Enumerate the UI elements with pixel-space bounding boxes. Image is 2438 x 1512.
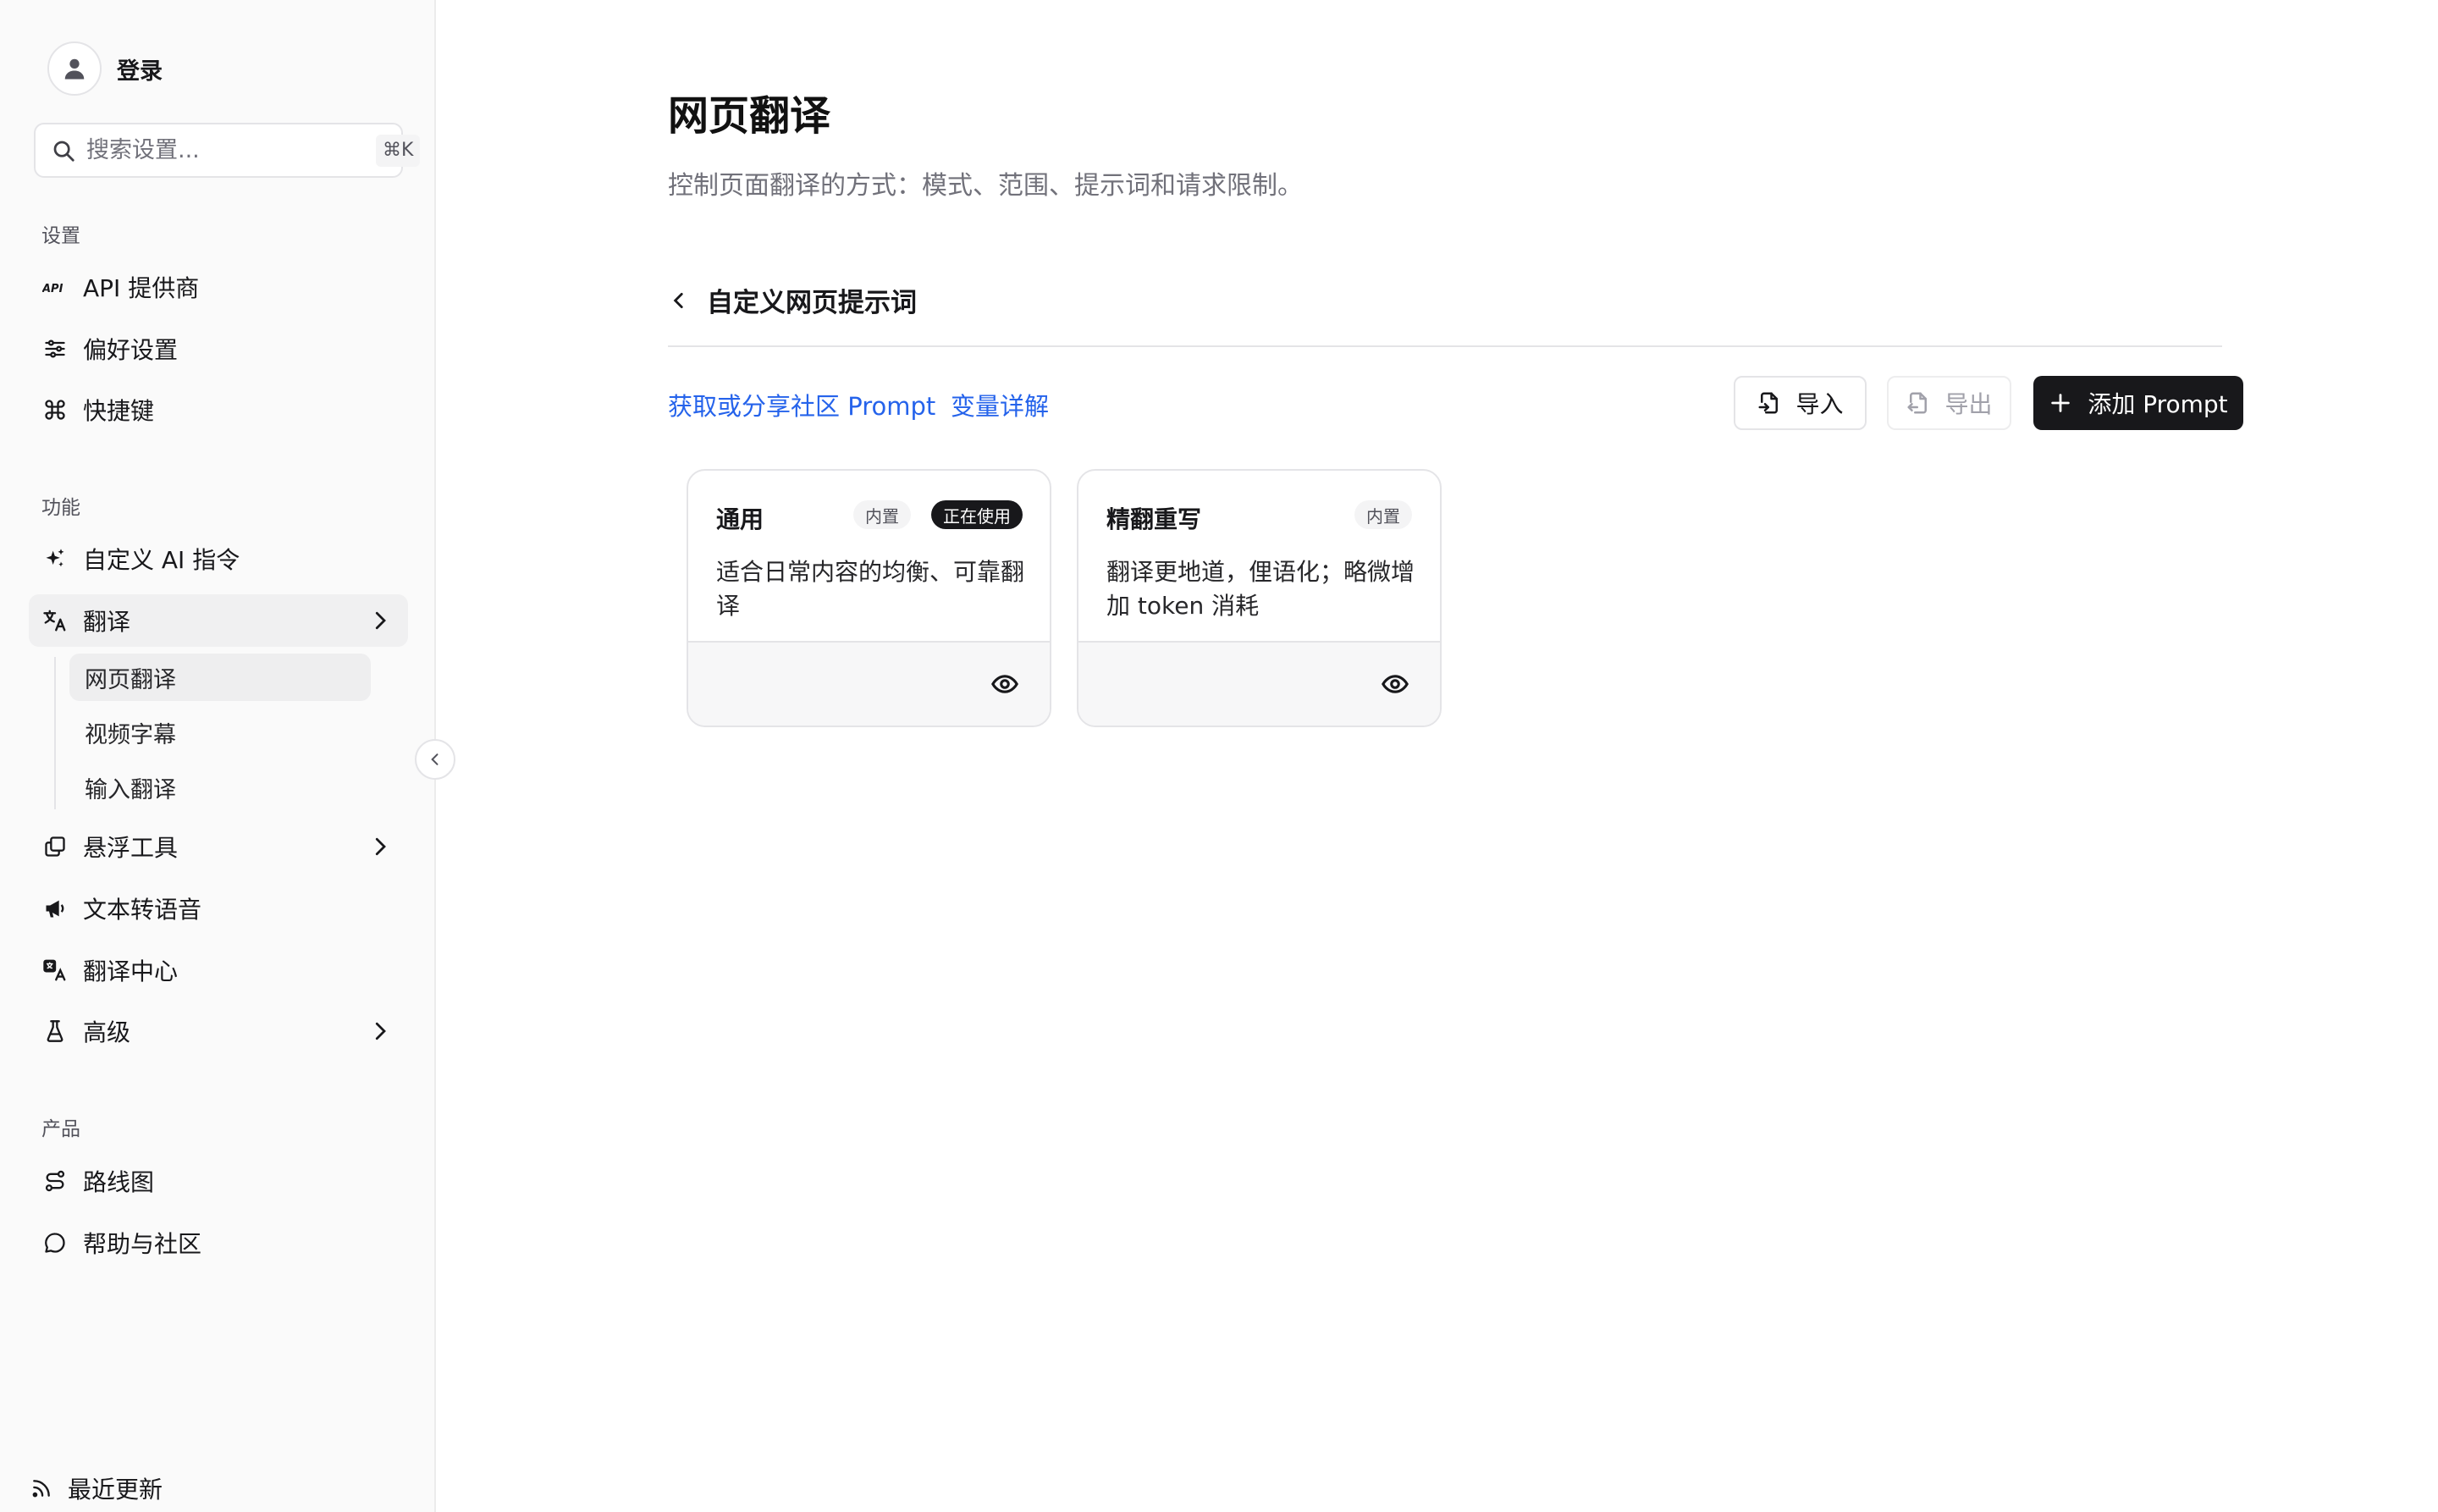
back-button[interactable]: 自定义网页提示词: [668, 281, 917, 319]
prompt-card-title: 通用: [716, 505, 764, 533]
avatar[interactable]: [47, 41, 102, 96]
import-button-label: 导入: [1795, 390, 1844, 418]
divider: [668, 345, 2222, 347]
search-input[interactable]: [86, 137, 376, 163]
add-prompt-button-label: 添加 Prompt: [2088, 390, 2228, 418]
sidebar-item-api-providers[interactable]: API API 提供商: [29, 261, 408, 313]
user-icon: [64, 58, 85, 80]
sliders-icon: [41, 334, 69, 363]
sidebar-item-roadmap[interactable]: 路线图: [29, 1155, 408, 1207]
add-prompt-button[interactable]: 添加 Prompt: [2033, 376, 2243, 430]
prompt-card-title: 精翻重写: [1106, 505, 1202, 533]
section-label-features: 功能: [41, 497, 80, 519]
import-button[interactable]: 导入: [1734, 376, 1867, 430]
sidebar-item-translate[interactable]: 翻译: [29, 594, 408, 647]
translate-icon: [41, 606, 69, 635]
sidebar-item-label: 快捷键: [83, 397, 155, 425]
sidebar-item-label: 偏好设置: [83, 336, 179, 364]
page-description: 控制页面翻译的方式：模式、范围、提示词和请求限制。: [668, 171, 1303, 201]
file-import-icon: [1757, 389, 1784, 417]
sidebar-item-label: 路线图: [83, 1168, 155, 1196]
sidebar-item-translation-hub[interactable]: 翻译中心: [29, 944, 408, 996]
sidebar-item-label: 翻译: [83, 608, 131, 636]
builtin-badge: 内置: [853, 500, 911, 529]
active-badge: 正在使用: [931, 500, 1023, 529]
sparkles-icon: [41, 544, 69, 573]
sidebar-item-shortcuts[interactable]: 快捷键: [29, 384, 408, 436]
sidebar: 登录 ⌘K 设置 API API 提供商: [0, 0, 436, 1512]
layers-icon: [41, 832, 69, 861]
prompt-card-refined-rewrite[interactable]: 精翻重写 内置 翻译更地道，俚语化；略微增加 token 消耗: [1077, 469, 1442, 727]
builtin-badge: 内置: [1354, 500, 1412, 529]
recent-updates-label: 最近更新: [68, 1476, 163, 1504]
login-label[interactable]: 登录: [117, 52, 163, 86]
chevron-right-icon: [375, 837, 386, 856]
settings-app: 登录 ⌘K 设置 API API 提供商: [0, 0, 2438, 1512]
subpage-title: 自定义网页提示词: [707, 288, 917, 318]
search-box[interactable]: ⌘K: [34, 123, 421, 178]
community-prompt-link[interactable]: 获取或分享社区 Prompt: [668, 387, 935, 422]
sidebar-item-text-to-speech[interactable]: 文本转语音: [29, 882, 408, 935]
sidebar-item-label: 悬浮工具: [83, 834, 179, 862]
prompt-card-footer: [1078, 641, 1440, 726]
translate-hub-icon: [41, 956, 69, 985]
sidebar-item-label: 翻译中心: [83, 957, 179, 985]
sidebar-subitem-web-translation[interactable]: 网页翻译: [69, 654, 371, 701]
sidebar-item-label: 文本转语音: [83, 896, 202, 924]
section-label-settings: 设置: [41, 225, 80, 247]
sidebar-subitem-video-subtitles[interactable]: 视频字幕: [69, 709, 371, 756]
prompt-card-footer: [688, 641, 1050, 726]
route-icon: [41, 1167, 69, 1195]
rss-icon: [27, 1474, 56, 1503]
sidebar-subitem-input-translation[interactable]: 输入翻译: [69, 764, 371, 811]
chevron-left-icon: [673, 292, 683, 308]
file-export-icon: [1906, 389, 1933, 417]
subnav-guide-line: [54, 657, 56, 809]
command-icon: [41, 395, 69, 424]
chat-bubble-icon: [41, 1228, 69, 1257]
login-row[interactable]: 登录: [47, 41, 163, 96]
sidebar-item-label: API 提供商: [83, 274, 200, 302]
chevron-right-icon: [375, 611, 386, 630]
sidebar-item-custom-ai[interactable]: 自定义 AI 指令: [29, 533, 408, 585]
search-shortcut-badge: ⌘K: [376, 134, 421, 167]
section-label-product: 产品: [41, 1118, 80, 1140]
prompt-card-description: 翻译更地道，俚语化；略微增加 token 消耗: [1106, 558, 1415, 620]
search-icon: [51, 136, 76, 165]
variables-detail-link[interactable]: 变量详解: [951, 387, 1049, 422]
page-title: 网页翻译: [668, 92, 831, 140]
prompt-card-general[interactable]: 通用 内置 正在使用 适合日常内容的均衡、可靠翻译: [687, 469, 1051, 727]
sidebar-item-advanced[interactable]: 高级: [29, 1005, 408, 1057]
export-button-label: 导出: [1944, 390, 1993, 418]
sidebar-item-floating-tools[interactable]: 悬浮工具: [29, 820, 408, 873]
sidebar-item-label: 高级: [83, 1018, 131, 1046]
main-content: 网页翻译 控制页面翻译的方式：模式、范围、提示词和请求限制。 自定义网页提示词 …: [436, 0, 2438, 1512]
export-button[interactable]: 导出: [1887, 376, 2011, 430]
sidebar-item-help-community[interactable]: 帮助与社区: [29, 1217, 408, 1269]
plus-icon: [2049, 389, 2076, 417]
chevron-right-icon: [375, 1022, 386, 1040]
eye-icon[interactable]: [990, 670, 1019, 698]
flask-icon: [41, 1017, 69, 1046]
svg-text:API: API: [42, 283, 63, 295]
eye-icon[interactable]: [1381, 670, 1409, 698]
megaphone-icon: [41, 894, 69, 923]
prompt-card-description: 适合日常内容的均衡、可靠翻译: [716, 558, 1025, 620]
api-icon: API: [41, 273, 69, 301]
sidebar-item-label: 帮助与社区: [83, 1230, 202, 1258]
recent-updates-link[interactable]: 最近更新: [27, 1471, 163, 1505]
sidebar-item-preferences[interactable]: 偏好设置: [29, 323, 408, 375]
sidebar-item-label: 自定义 AI 指令: [83, 546, 240, 574]
